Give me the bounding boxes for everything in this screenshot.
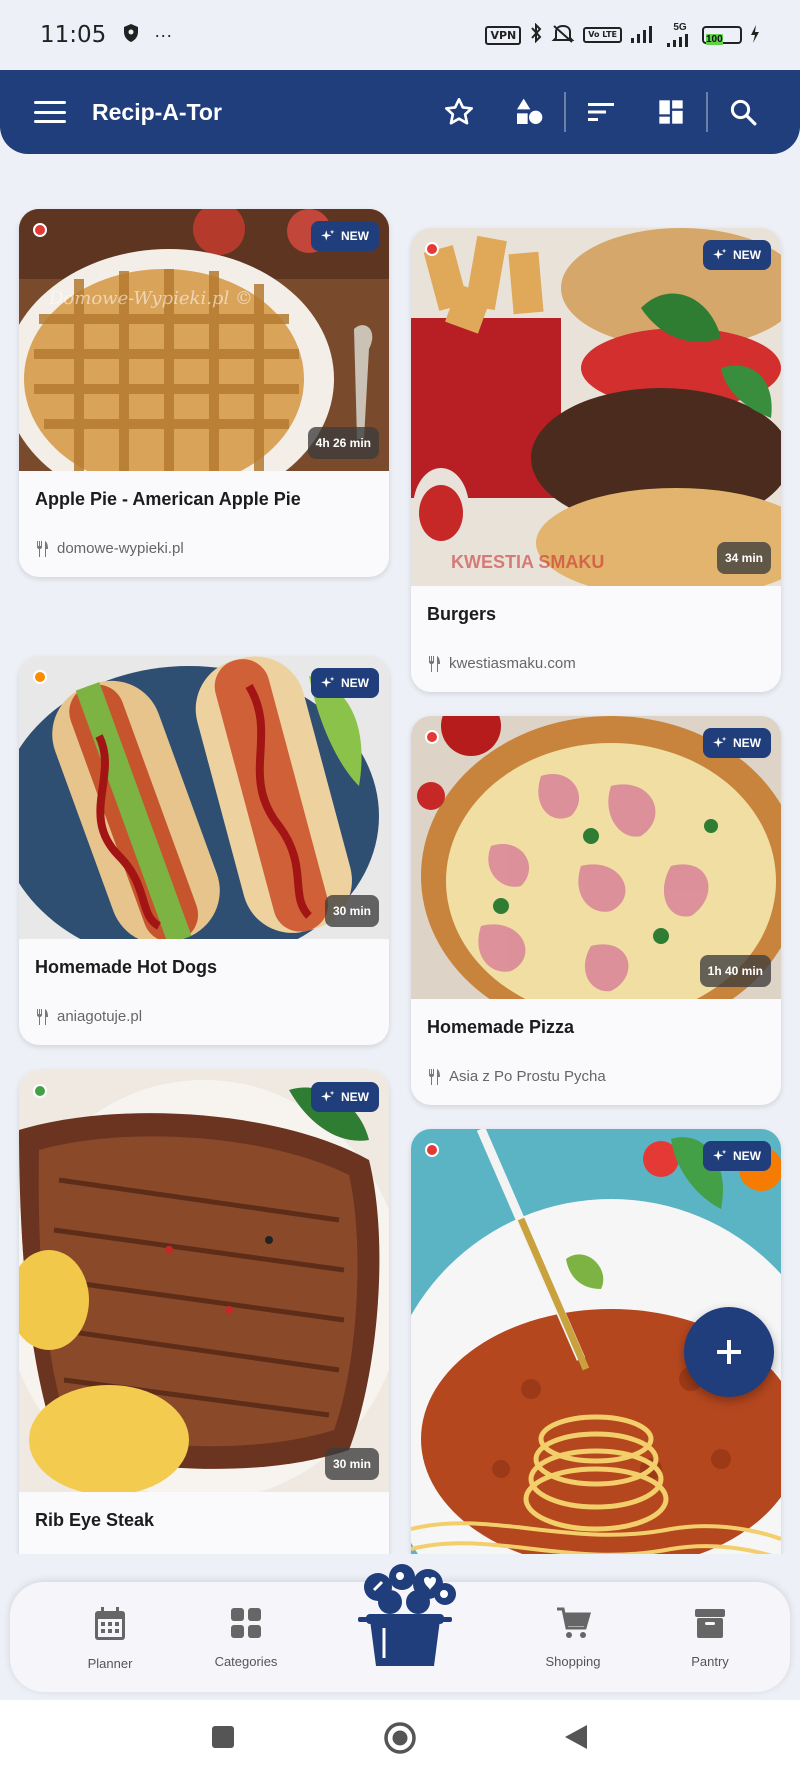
recipe-image: KWESTIA SMAKU NEW 34 min xyxy=(411,228,781,586)
nav-label: Planner xyxy=(87,1656,133,1671)
recipe-card-burgers[interactable]: KWESTIA SMAKU NEW 34 min Burgers kwestia… xyxy=(411,228,781,692)
network-type: 5G xyxy=(673,21,687,33)
recipe-card-apple-pie[interactable]: Domowe-Wypieki.pl © NEW 4h 26 min Apple … xyxy=(19,209,389,577)
utensils-icon xyxy=(37,1008,48,1025)
sparkle-icon xyxy=(321,229,335,241)
recipe-title: Burgers xyxy=(427,604,497,624)
cook-time-badge: 30 min xyxy=(324,895,379,927)
new-badge: NEW xyxy=(703,240,771,270)
status-dot xyxy=(33,1084,47,1098)
new-badge: NEW xyxy=(311,221,379,251)
nav-label: Pantry xyxy=(691,1654,729,1669)
home-circle-icon[interactable] xyxy=(383,1721,417,1760)
new-badge: NEW xyxy=(311,668,379,698)
favorites-star-icon[interactable] xyxy=(424,82,494,142)
recipe-card-rib-eye[interactable]: NEW 30 min Rib Eye Steak xyxy=(19,1070,389,1554)
search-icon[interactable] xyxy=(708,82,778,142)
bluetooth-icon xyxy=(529,22,543,48)
cook-time-badge: 1h 40 min xyxy=(699,955,771,987)
recipe-image: NEW 30 min xyxy=(19,1070,389,1492)
nav-planner[interactable]: Planner xyxy=(55,1606,165,1671)
cook-time-badge: 34 min xyxy=(716,542,771,574)
utensils-icon xyxy=(429,1068,440,1085)
menu-icon[interactable] xyxy=(34,101,66,123)
nav-label: Shopping xyxy=(545,1654,601,1669)
recipe-source: aniagotuje.pl xyxy=(57,1008,143,1025)
recipe-image: NEW 1h 40 min xyxy=(411,716,781,999)
recipe-grid: Domowe-Wypieki.pl © NEW 4h 26 min Apple … xyxy=(0,154,800,1554)
cart-icon xyxy=(557,1607,591,1638)
mute-icon xyxy=(551,24,575,47)
cook-time-badge: 4h 26 min xyxy=(307,427,379,459)
archive-icon xyxy=(695,1609,725,1638)
utensils-icon xyxy=(37,540,48,557)
status-dot xyxy=(33,223,47,237)
sparkle-icon xyxy=(713,248,727,260)
status-bar: 11:05 ··· VPN Vo LTE 5G 100 xyxy=(0,0,800,70)
app-title: Recip-A-Tor xyxy=(92,98,222,125)
signal-icon xyxy=(630,24,658,47)
signal-5g-icon xyxy=(666,33,694,48)
recipe-card-hot-dogs[interactable]: NEW 30 min Homemade Hot Dogs aniagotuje.… xyxy=(19,656,389,1045)
status-dot xyxy=(425,242,439,256)
status-dot xyxy=(425,730,439,744)
calendar-icon xyxy=(95,1607,125,1640)
volte-indicator: Vo LTE xyxy=(583,27,622,43)
system-nav-bar xyxy=(0,1700,800,1778)
sparkle-icon xyxy=(713,736,727,748)
sparkle-icon xyxy=(321,1090,335,1102)
charging-icon xyxy=(750,24,760,46)
burger-watermark: KWESTIA SMAKU xyxy=(451,552,604,572)
recipe-source: Asia z Po Prostu Pycha xyxy=(449,1068,606,1085)
add-recipe-fab[interactable] xyxy=(684,1307,774,1397)
status-dot xyxy=(425,1143,439,1157)
recipe-source: kwestiasmaku.com xyxy=(449,655,576,672)
more-notifications-icon: ··· xyxy=(154,24,173,45)
recipe-title: Rib Eye Steak xyxy=(35,1510,155,1530)
app-bar: Recip-A-Tor xyxy=(0,70,800,154)
shield-icon xyxy=(122,23,140,48)
recipe-title: Apple Pie - American Apple Pie xyxy=(35,489,301,509)
vpn-indicator: VPN xyxy=(485,25,522,45)
battery-level: 100 xyxy=(706,34,723,45)
burger-photo: KWESTIA SMAKU xyxy=(411,228,781,586)
new-badge: NEW xyxy=(703,1141,771,1171)
shapes-icon[interactable] xyxy=(494,82,564,142)
sort-icon[interactable] xyxy=(566,82,636,142)
recipe-title: Homemade Pizza xyxy=(427,1017,575,1037)
plus-icon xyxy=(717,1340,741,1364)
nav-shopping[interactable]: Shopping xyxy=(518,1606,628,1669)
steak-photo xyxy=(19,1070,389,1492)
apple-pie-watermark: Domowe-Wypieki.pl © xyxy=(48,288,253,309)
new-badge: NEW xyxy=(703,728,771,758)
cook-time-badge: 30 min xyxy=(324,1448,379,1480)
recents-square-icon[interactable] xyxy=(211,1725,235,1754)
sparkle-icon xyxy=(713,1149,727,1161)
recipe-title: Homemade Hot Dogs xyxy=(35,957,218,977)
back-triangle-icon[interactable] xyxy=(563,1723,589,1756)
recipe-image: Domowe-Wypieki.pl © NEW 4h 26 min xyxy=(19,209,389,471)
battery-icon: 100 xyxy=(702,26,742,45)
dashboard-icon[interactable] xyxy=(636,82,706,142)
status-time: 11:05 xyxy=(40,22,107,48)
sparkle-icon xyxy=(321,676,335,688)
nav-pantry[interactable]: Pantry xyxy=(655,1606,765,1669)
nav-label: Categories xyxy=(214,1654,278,1669)
bottom-nav: Planner Categories Shopping Pantry xyxy=(10,1564,790,1692)
recipe-card-pizza[interactable]: NEW 1h 40 min Homemade Pizza Asia z Po P… xyxy=(411,716,781,1105)
cooking-pot-logo-icon[interactable] xyxy=(340,1562,470,1672)
recipe-image: NEW 30 min xyxy=(19,656,389,939)
status-dot xyxy=(33,670,47,684)
new-badge: NEW xyxy=(311,1082,379,1112)
nav-categories[interactable]: Categories xyxy=(191,1606,301,1669)
utensils-icon xyxy=(429,655,440,672)
grid-icon xyxy=(231,1608,261,1638)
recipe-source: domowe-wypieki.pl xyxy=(57,540,184,557)
